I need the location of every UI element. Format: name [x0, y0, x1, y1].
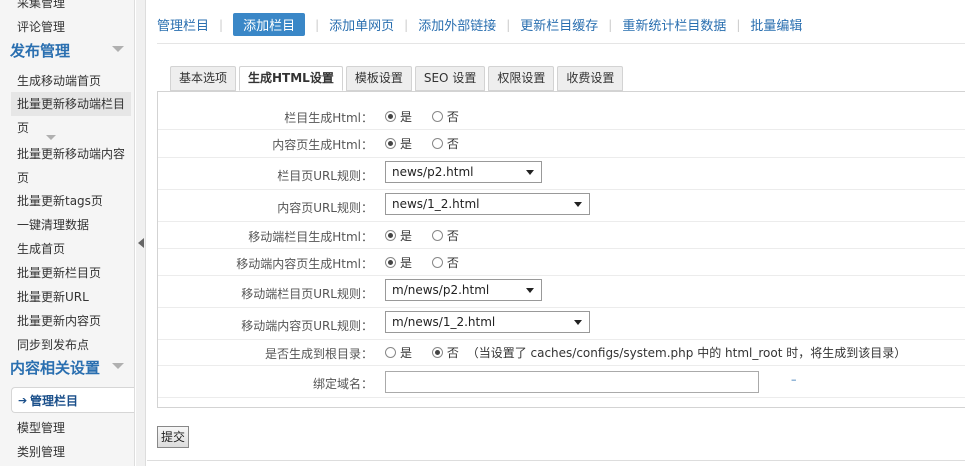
- sidebar-item-clean-data[interactable]: 一键清理数据: [17, 216, 89, 233]
- chevron-down-icon: [574, 320, 582, 325]
- chevron-down-icon: [46, 135, 56, 140]
- sidebar-item-comments[interactable]: 评论管理: [17, 18, 65, 35]
- collapse-left-icon: [138, 238, 144, 248]
- sidebar-item-collect[interactable]: 采集管理: [17, 0, 65, 11]
- nav-manage-category[interactable]: 管理栏目: [157, 13, 209, 36]
- sidebar: 采集管理 评论管理 发布管理 生成移动端首页 批量更新移动端栏目页 批量更新移动…: [0, 0, 135, 466]
- form-row: 移动端栏目页URL规则： m/news/p2.html: [158, 276, 965, 308]
- field-label: 移动端栏目页URL规则：: [241, 287, 373, 301]
- nav-add-page[interactable]: 添加单网页: [329, 13, 394, 36]
- sidebar-collapse-handle[interactable]: [136, 0, 146, 466]
- field-label: 内容页URL规则：: [277, 201, 373, 215]
- arrow-right-icon: ➔: [18, 394, 28, 407]
- radio-root-no[interactable]: 否: [431, 344, 459, 361]
- radio-checked-icon: [385, 230, 396, 241]
- field-label: 内容页生成Html：: [272, 138, 373, 152]
- content-url-rule-select[interactable]: news/1_2.html: [385, 193, 590, 215]
- form-row: 栏目页URL规则： news/p2.html: [158, 158, 965, 190]
- tab-html[interactable]: 生成HTML设置: [239, 66, 343, 91]
- form-row: 绑定域名： –: [158, 366, 965, 398]
- form-row: 移动端内容页URL规则： m/news/1_2.html: [158, 308, 965, 340]
- form-row: 内容页生成Html： 是 否: [158, 130, 965, 158]
- divider: [157, 43, 965, 44]
- chevron-down-icon: [526, 170, 534, 175]
- chevron-down-icon: [574, 202, 582, 207]
- sidebar-item-sync[interactable]: 同步到发布点: [17, 336, 89, 353]
- domain-hint-link[interactable]: –: [791, 373, 797, 386]
- form-row: 移动端内容页生成Html： 是 否: [158, 249, 965, 276]
- field-label: 栏目生成Html：: [284, 111, 373, 125]
- sidebar-item-mobile-home[interactable]: 生成移动端首页: [17, 72, 101, 89]
- radio-m-cat-html-no[interactable]: 否: [431, 227, 459, 244]
- tab-bar: 基本选项 生成HTML设置 模板设置 SEO 设置 权限设置 收费设置: [170, 66, 626, 91]
- domain-input[interactable]: [385, 371, 759, 393]
- radio-checked-icon: [431, 347, 443, 358]
- radio-cat-html-no[interactable]: 否: [431, 108, 459, 125]
- top-nav: 管理栏目 | 添加栏目 | 添加单网页 | 添加外部链接 | 更新栏目缓存 | 重新统计栏目数据 | 批…: [157, 13, 802, 36]
- sidebar-item-model[interactable]: 模型管理: [17, 419, 65, 436]
- tab-charge[interactable]: 收费设置: [557, 66, 624, 91]
- sidebar-item-mobile-content[interactable]: 批量更新移动端内容页: [17, 142, 129, 190]
- form-row: 移动端栏目生成Html： 是 否: [158, 222, 965, 249]
- sidebar-item-type[interactable]: 类别管理: [17, 443, 65, 460]
- tab-template[interactable]: 模板设置: [345, 66, 412, 91]
- sidebar-section-content-settings[interactable]: 内容相关设置: [10, 357, 130, 378]
- nav-recount[interactable]: 重新统计栏目数据: [622, 13, 726, 36]
- divider: [147, 460, 965, 461]
- tab-seo[interactable]: SEO 设置: [414, 66, 486, 91]
- main-content: 管理栏目 | 添加栏目 | 添加单网页 | 添加外部链接 | 更新栏目缓存 | 重新统计栏目数据 | 批…: [147, 0, 965, 466]
- html-settings-panel: 栏目生成Html： 是 否 内容页生成Html： 是 否 栏目页URL规则： n…: [157, 91, 965, 408]
- sidebar-item-update-category[interactable]: 批量更新栏目页: [17, 264, 101, 281]
- radio-root-yes[interactable]: 是: [385, 344, 412, 361]
- radio-unchecked-icon: [431, 138, 443, 149]
- form-row: 内容页URL规则： news/1_2.html: [158, 190, 965, 222]
- radio-unchecked-icon: [431, 111, 443, 122]
- radio-checked-icon: [385, 257, 396, 268]
- radio-unchecked-icon: [431, 230, 443, 241]
- radio-content-html-no[interactable]: 否: [431, 135, 459, 152]
- field-label: 栏目页URL规则：: [277, 169, 373, 183]
- chevron-down-icon: [112, 363, 124, 369]
- radio-checked-icon: [385, 111, 396, 122]
- submit-button[interactable]: 提交: [157, 426, 190, 448]
- sidebar-section-publish[interactable]: 发布管理: [10, 40, 130, 61]
- radio-unchecked-icon: [385, 347, 396, 358]
- chevron-down-icon: [112, 46, 124, 52]
- sidebar-item-tags[interactable]: 批量更新tags页: [17, 192, 103, 209]
- sidebar-item-update-content[interactable]: 批量更新内容页: [17, 312, 101, 329]
- m-content-url-rule-select[interactable]: m/news/1_2.html: [385, 311, 590, 333]
- root-note: （当设置了 caches/configs/system.php 中的 html_…: [466, 346, 907, 360]
- field-label: 是否生成到根目录：: [264, 347, 373, 361]
- form-row: 是否生成到根目录： 是 否 （当设置了 caches/configs/syste…: [158, 340, 965, 366]
- nav-add-category[interactable]: 添加栏目: [233, 13, 306, 36]
- sidebar-item-mobile-category[interactable]: 批量更新移动端栏目页: [17, 92, 129, 140]
- field-label: 移动端内容页生成Html：: [236, 257, 373, 271]
- sidebar-item-gen-home[interactable]: 生成首页: [17, 240, 65, 257]
- chevron-down-icon: [526, 288, 534, 293]
- field-label: 移动端栏目生成Html：: [248, 230, 373, 244]
- nav-update-cache[interactable]: 更新栏目缓存: [520, 13, 598, 36]
- radio-unchecked-icon: [431, 257, 443, 268]
- tab-basic[interactable]: 基本选项: [170, 66, 237, 91]
- cat-url-rule-select[interactable]: news/p2.html: [385, 161, 542, 183]
- radio-m-cat-html-yes[interactable]: 是: [385, 227, 412, 244]
- tab-permission[interactable]: 权限设置: [488, 66, 555, 91]
- sidebar-item-manage-category[interactable]: ➔ 管理栏目: [11, 387, 134, 413]
- field-label: 移动端内容页URL规则：: [241, 319, 373, 333]
- m-cat-url-rule-select[interactable]: m/news/p2.html: [385, 279, 542, 301]
- radio-m-content-html-yes[interactable]: 是: [385, 254, 412, 271]
- radio-content-html-yes[interactable]: 是: [385, 135, 412, 152]
- radio-checked-icon: [385, 138, 396, 149]
- radio-cat-html-yes[interactable]: 是: [385, 108, 412, 125]
- field-label: 绑定域名：: [312, 377, 373, 391]
- nav-add-link[interactable]: 添加外部链接: [418, 13, 496, 36]
- radio-m-content-html-no[interactable]: 否: [431, 254, 459, 271]
- nav-batch-edit[interactable]: 批量编辑: [750, 13, 802, 36]
- form-row: 栏目生成Html： 是 否: [158, 104, 965, 130]
- sidebar-item-update-url[interactable]: 批量更新URL: [17, 288, 89, 305]
